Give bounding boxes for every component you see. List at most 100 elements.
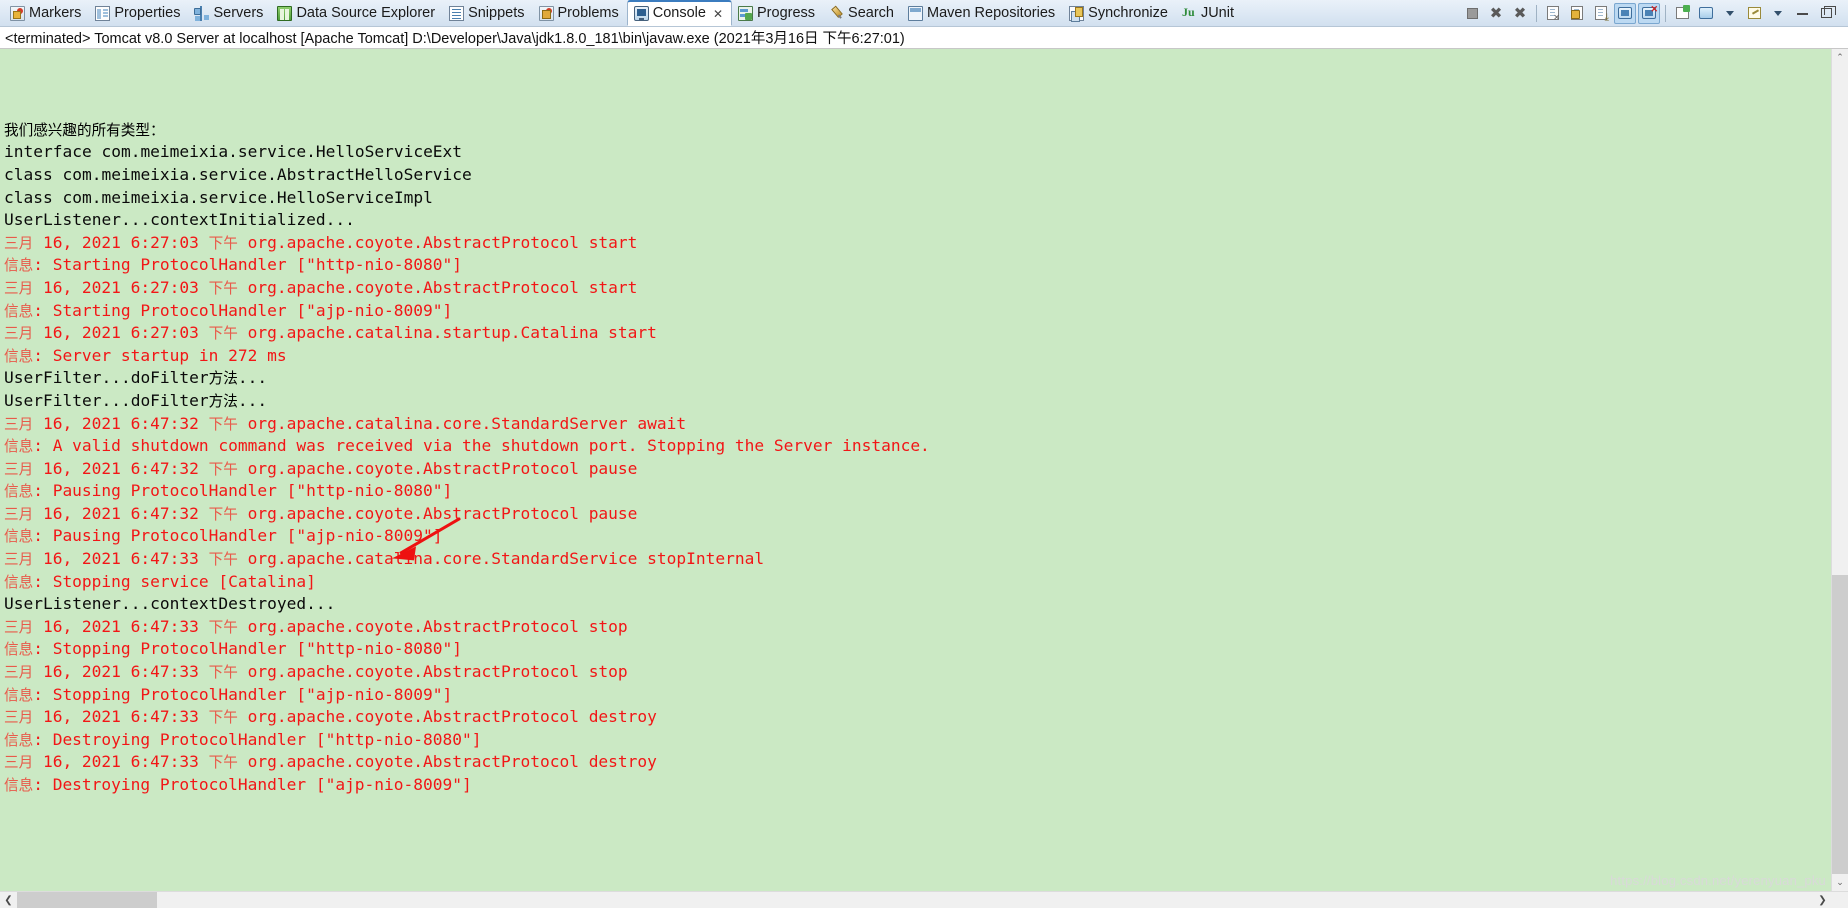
console-text: org.apache.coyote.AbstractProtocol stop: [237, 616, 628, 636]
tab-synchronize[interactable]: Synchronize: [1063, 0, 1176, 26]
display-console-dropdown[interactable]: [1719, 3, 1741, 24]
console-out-icon: [1618, 7, 1632, 19]
console-output[interactable]: 我们感兴趣的所有类型： interface com.meimeixia.servi…: [0, 49, 1831, 891]
tab-snippets[interactable]: Snippets: [443, 0, 532, 26]
tab-label: Synchronize: [1088, 4, 1168, 21]
minimize-button[interactable]: [1791, 3, 1813, 24]
pin-console-button[interactable]: [1671, 3, 1693, 24]
console-text: : Destroying ProtocolHandler ["ajp-nio-8…: [33, 775, 472, 794]
console-text: 信息: [4, 483, 34, 501]
vertical-scrollbar[interactable]: ⌃ ⌄: [1831, 49, 1848, 891]
vertical-scroll-track[interactable]: [1832, 66, 1848, 874]
maximize-button[interactable]: [1815, 3, 1837, 24]
console-text: 三月: [4, 325, 34, 343]
tab-problems[interactable]: Problems: [533, 0, 627, 26]
console-line: 信息: Stopping ProtocolHandler ["http-nio-…: [4, 638, 1831, 661]
double-x-icon: ✖: [1513, 3, 1527, 22]
tab-label: Properties: [114, 4, 181, 21]
tab-console[interactable]: Console ✕: [626, 0, 733, 26]
tab-label: Problems: [557, 4, 619, 21]
console-text: 下午: [208, 551, 238, 569]
properties-icon: [95, 5, 111, 21]
console-text: 16, 2021 6:27:03: [33, 232, 209, 252]
scroll-down-arrow[interactable]: ⌄: [1832, 874, 1848, 891]
tab-properties[interactable]: Properties: [89, 0, 188, 26]
markers-icon: [10, 5, 25, 21]
console-text: : Starting ProtocolHandler ["ajp-nio-800…: [33, 300, 453, 320]
show-console-on-output-button[interactable]: [1614, 2, 1636, 24]
tab-progress[interactable]: Progress: [732, 0, 823, 26]
scroll-up-arrow[interactable]: ⌃: [1832, 49, 1848, 66]
horizontal-scrollbar[interactable]: ❮ ❯: [0, 891, 1848, 908]
console-line: 三月 16, 2021 6:27:03 下午 org.apache.coyote…: [4, 232, 1831, 255]
console-text: 下午: [208, 234, 238, 252]
console-text: 三月: [4, 415, 34, 433]
console-text: 三月: [4, 709, 34, 727]
console-process-title: <terminated> Tomcat v8.0 Server at local…: [0, 27, 1848, 49]
console-text: 信息: [4, 777, 34, 794]
console-text: : Pausing ProtocolHandler ["http-nio-808…: [33, 481, 453, 501]
tab-search[interactable]: Search: [823, 0, 902, 26]
console-line: 三月 16, 2021 6:47:32 下午 org.apache.catali…: [4, 413, 1831, 436]
console-text: 16, 2021 6:47:33: [33, 707, 209, 727]
tab-junit[interactable]: JUnit: [1176, 0, 1242, 26]
monitor-icon: [1699, 7, 1713, 19]
tab-maven-repositories[interactable]: Maven Repositories: [902, 0, 1063, 26]
console-text: UserListener...contextInitialized...: [4, 210, 355, 230]
word-wrap-button[interactable]: [1590, 3, 1612, 24]
synchronize-icon: [1069, 5, 1085, 22]
console-icon: [633, 6, 649, 21]
console-text: org.apache.coyote.AbstractProtocol stop: [237, 662, 628, 682]
open-console-dropdown[interactable]: [1767, 3, 1789, 24]
console-text: interface com.meimeixia.service.HelloSer…: [4, 142, 463, 162]
scroll-left-arrow[interactable]: ❮: [0, 892, 17, 908]
tab-markers[interactable]: Markers: [4, 0, 89, 26]
maven-repositories-icon: [908, 5, 923, 21]
console-text: 信息: [4, 641, 34, 659]
tab-label: Search: [848, 4, 894, 21]
console-line: 我们感兴趣的所有类型：: [4, 119, 1831, 142]
console-text: 信息: [4, 573, 34, 591]
console-line: 信息: A valid shutdown command was receive…: [4, 435, 1831, 458]
vertical-scroll-thumb[interactable]: [1832, 575, 1848, 874]
maximize-icon: [1820, 6, 1836, 18]
eclipse-console-view: Markers Properties Servers Data Source Expl…: [0, 0, 1848, 908]
page-lock-icon: [1571, 6, 1583, 20]
console-text: : Destroying ProtocolHandler ["http-nio-…: [33, 729, 482, 749]
console-text: 信息: [4, 347, 34, 365]
scroll-lock-button[interactable]: [1566, 3, 1588, 24]
tab-data-source-explorer[interactable]: Data Source Explorer: [271, 0, 443, 26]
horizontal-scroll-track[interactable]: [17, 892, 1814, 908]
console-text: : Stopping ProtocolHandler ["http-nio-80…: [33, 639, 463, 659]
watermark: https://blog.csdn.net/yerenyuan_pku: [1610, 873, 1826, 888]
open-console-icon: [1747, 7, 1761, 19]
tab-servers[interactable]: Servers: [188, 0, 271, 26]
console-line: 信息: Starting ProtocolHandler ["ajp-nio-8…: [4, 300, 1831, 323]
console-line: 信息: Destroying ProtocolHandler ["ajp-nio…: [4, 774, 1831, 797]
console-text: 三月: [4, 505, 34, 523]
snippets-icon: [449, 5, 465, 21]
close-icon[interactable]: ✕: [713, 7, 723, 21]
console-text: 16, 2021 6:47:32: [33, 458, 209, 478]
console-line: 信息: Pausing ProtocolHandler ["ajp-nio-80…: [4, 525, 1831, 548]
console-text: : Pausing ProtocolHandler ["ajp-nio-8009…: [33, 526, 443, 546]
console-text: 16, 2021 6:47:32: [33, 503, 209, 523]
show-console-on-error-button[interactable]: [1638, 2, 1660, 24]
display-selected-console-button[interactable]: [1695, 3, 1717, 24]
remove-launch-button[interactable]: ✖: [1485, 3, 1507, 24]
tab-label: Servers: [213, 4, 264, 21]
terminate-button[interactable]: [1461, 3, 1483, 24]
console-line: 信息: Stopping ProtocolHandler ["ajp-nio-8…: [4, 684, 1831, 707]
console-text: 三月: [4, 460, 34, 478]
stop-square-icon: [1466, 7, 1478, 19]
console-line: 三月 16, 2021 6:47:32 下午 org.apache.coyote…: [4, 458, 1831, 481]
clear-console-button[interactable]: [1542, 3, 1564, 24]
console-text: 16, 2021 6:47:32: [33, 413, 209, 433]
open-console-button[interactable]: [1743, 3, 1765, 24]
scroll-right-arrow[interactable]: ❯: [1814, 892, 1831, 908]
view-tab-bar: Markers Properties Servers Data Source Expl…: [0, 0, 1848, 27]
console-text: ...: [237, 368, 268, 388]
horizontal-scroll-thumb[interactable]: [17, 892, 157, 908]
console-text: : Stopping ProtocolHandler ["ajp-nio-800…: [33, 684, 453, 704]
remove-all-terminated-button[interactable]: ✖: [1509, 3, 1531, 24]
